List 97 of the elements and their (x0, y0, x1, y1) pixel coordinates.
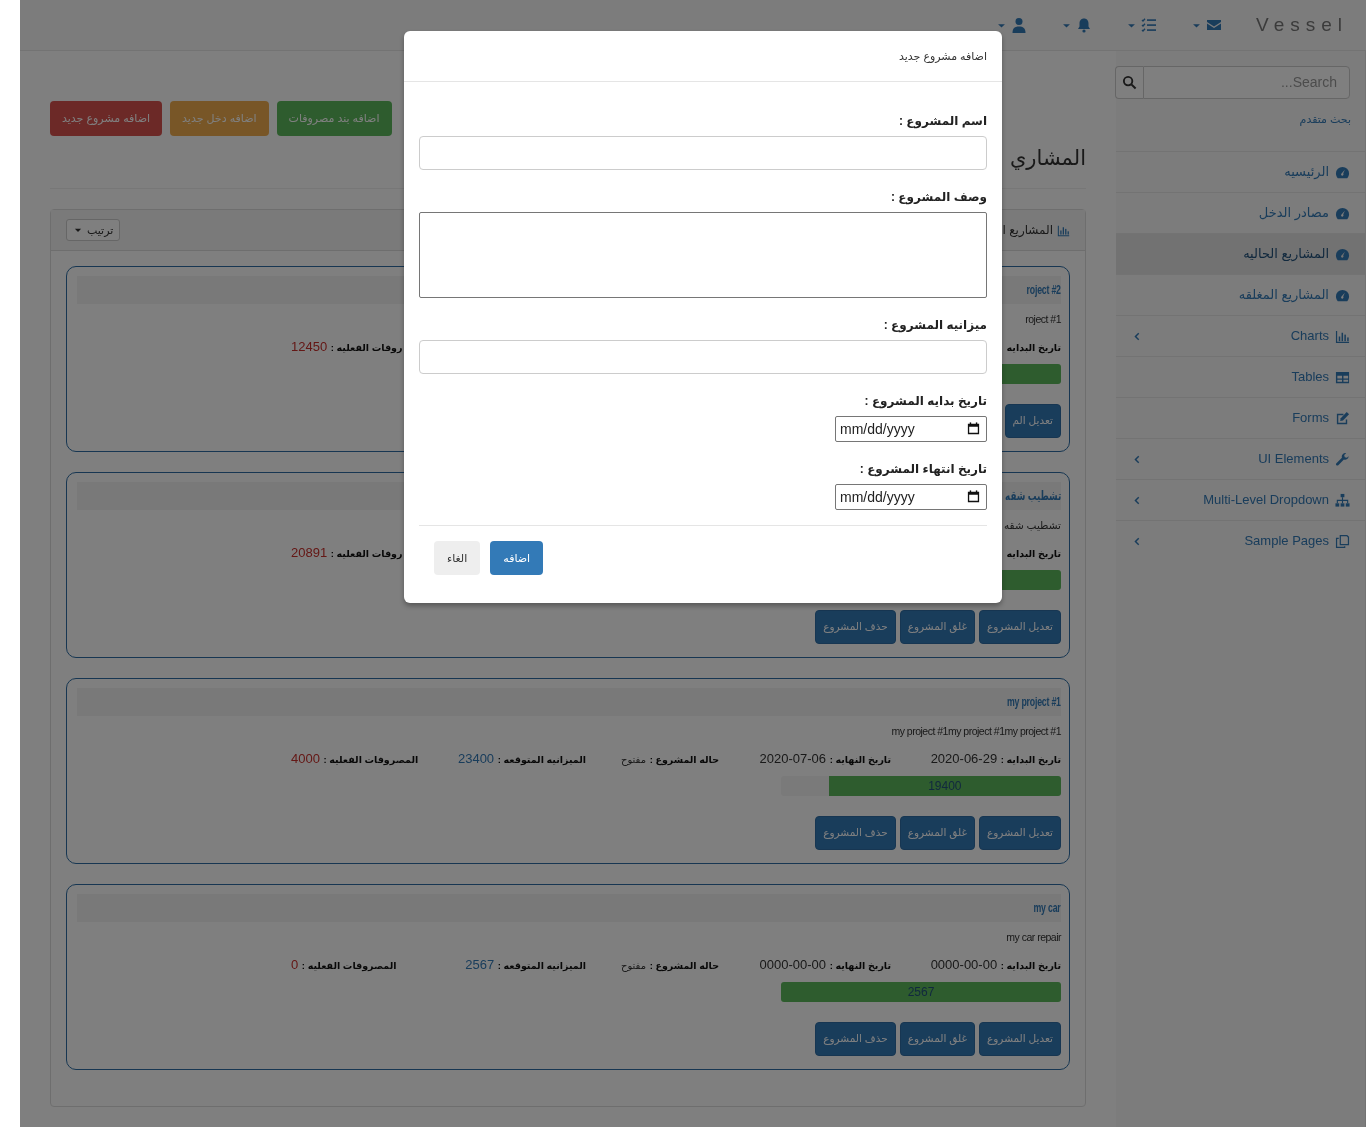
user-menu-toggle[interactable] (996, 17, 1027, 33)
modal-button[interactable]: اضافه (490, 541, 544, 575)
sidebar-item[interactable]: Forms (1116, 397, 1365, 438)
field-label: المصروفات الفعليه : (301, 960, 397, 972)
edit-icon (1335, 410, 1350, 426)
bar-chart-icon (1057, 223, 1070, 237)
field-value: 23400 (457, 751, 495, 767)
field-label: تاريخ البدايه (1006, 342, 1061, 354)
modal-title: اضافه مشروع جديد (898, 48, 987, 65)
field-value: 2567 (465, 957, 495, 973)
copy-icon (1335, 533, 1350, 549)
field-label: روفات الفعليه : (330, 342, 403, 354)
project-description: my car repair (1006, 930, 1061, 946)
project-button[interactable]: تعديل المشروع (979, 610, 1061, 644)
dashboard-icon (1335, 205, 1350, 221)
envelope-icon (1206, 17, 1222, 33)
project-description: تشطيب شقه (1003, 518, 1061, 534)
tasks-menu-toggle[interactable] (1126, 17, 1157, 33)
project-button[interactable]: غلق المشروع (899, 816, 975, 850)
sidebar-item[interactable]: Multi-Level Dropdown (1116, 479, 1365, 520)
bar-chart-icon (1335, 328, 1350, 344)
project-title[interactable]: my project #1 (1007, 692, 1061, 712)
field-value: 0000-00-00 (930, 957, 998, 973)
modal-button[interactable]: الغاء (434, 541, 481, 575)
field-label: تاريخ البدايه (1006, 548, 1061, 560)
date-field[interactable]: mm/dd/yyyy (835, 416, 987, 442)
add-button[interactable]: اضافه بند مصروفات (276, 101, 392, 136)
sort-dropdown-button[interactable]: ترتيب (66, 218, 121, 242)
field-label: الميزانيه المتوقعه : (497, 754, 586, 766)
project-button[interactable]: غلق المشروع (899, 610, 975, 644)
field-label: تاريخ انتهاء المشروع : (858, 461, 987, 478)
field-value: 0000-00-00 (759, 957, 827, 973)
field-label: اسم المشروع : (898, 113, 987, 130)
add-button[interactable]: اضافه دخل جديد (170, 101, 269, 136)
field-label: تاريخ البدايه : (1000, 754, 1061, 766)
field-label: وصف المشروع : (890, 189, 987, 206)
project-button[interactable]: تعديل الم (1004, 404, 1061, 438)
field-value: 0 (291, 957, 299, 973)
wrench-icon (1335, 451, 1350, 467)
sidebar-item[interactable]: Charts (1116, 315, 1365, 356)
project-button[interactable]: تعديل المشروع (979, 816, 1061, 850)
project-description: my project #1my project #1my project #1 (891, 724, 1061, 740)
field-value: 2020-07-06 (759, 751, 827, 767)
field-label: تاريخ النهايه : (829, 960, 891, 972)
project-button[interactable]: حذف المشروع (815, 1022, 896, 1056)
project-button[interactable]: حذف المشروع (815, 816, 896, 850)
date-field[interactable]: mm/dd/yyyy (835, 484, 987, 510)
sidebar-item[interactable]: الرئيسيه (1116, 151, 1365, 192)
field-value: مفتوح (620, 960, 646, 972)
messages-menu-toggle[interactable] (1191, 17, 1222, 33)
field-label: حاله المشروع : (649, 754, 719, 766)
project-title[interactable]: تشطيب شقه (1004, 486, 1061, 506)
field-label: الميزانيه المتوقعه : (497, 960, 586, 972)
sidebar-item[interactable]: Sample Pages (1116, 520, 1365, 561)
calendar-icon (966, 421, 981, 436)
search-icon (1122, 75, 1137, 90)
alerts-menu-toggle[interactable] (1061, 17, 1092, 33)
text-field[interactable] (419, 136, 987, 170)
field-label: تاريخ البدايه : (1000, 960, 1061, 972)
field-label: روفات الفعليه : (330, 548, 403, 560)
sitemap-icon (1335, 492, 1350, 508)
advanced-search-link[interactable]: بحث متقدم (1116, 99, 1365, 151)
panel-title: المشاريع ا (1002, 222, 1053, 239)
field-value: 4000 (291, 751, 320, 767)
sidebar-item[interactable]: المشاريع الحاليه (1116, 233, 1365, 274)
field-value: 2020-06-29 (930, 751, 998, 767)
field-label: ميزانيه المشروع : (882, 317, 987, 334)
search-button[interactable] (1115, 66, 1143, 99)
page-title: المشاري (1009, 145, 1086, 172)
dashboard-icon (1335, 246, 1350, 262)
field-label: المصروفات الفعليه : (323, 754, 419, 766)
project-title[interactable]: roject #2 (1026, 280, 1061, 300)
field-label: تاريخ بدايه المشروع : (863, 393, 987, 410)
project-button[interactable]: تعديل المشروع (979, 1022, 1061, 1056)
add-button[interactable]: اضافه مشروع جديد (50, 101, 163, 136)
sidebar-item[interactable]: UI Elements (1116, 438, 1365, 479)
table-icon (1335, 369, 1350, 385)
brand-logo[interactable]: Vessel (1256, 10, 1348, 40)
field-label: تاريخ النهايه : (829, 754, 891, 766)
sidebar-item[interactable]: المشاريع المغلقه (1116, 274, 1365, 315)
description-field[interactable] (419, 212, 987, 298)
dashboard-icon (1335, 164, 1350, 180)
field-label: حاله المشروع : (649, 960, 719, 972)
project-title[interactable]: my car (1034, 898, 1061, 918)
project-button[interactable]: حذف المشروع (815, 610, 896, 644)
project-description: roject #1 (1025, 312, 1061, 328)
calendar-icon (966, 489, 981, 504)
user-icon (1011, 17, 1027, 33)
field-value: 12450 (291, 339, 328, 355)
task-list-icon (1141, 17, 1157, 33)
dashboard-icon (1335, 287, 1350, 303)
field-value: مفتوح (620, 754, 646, 766)
text-field[interactable] (419, 340, 987, 374)
project-button[interactable]: غلق المشروع (899, 1022, 975, 1056)
sidebar-item[interactable]: Tables (1116, 356, 1365, 397)
field-value: 20891 (291, 545, 328, 561)
bell-icon (1076, 17, 1092, 33)
